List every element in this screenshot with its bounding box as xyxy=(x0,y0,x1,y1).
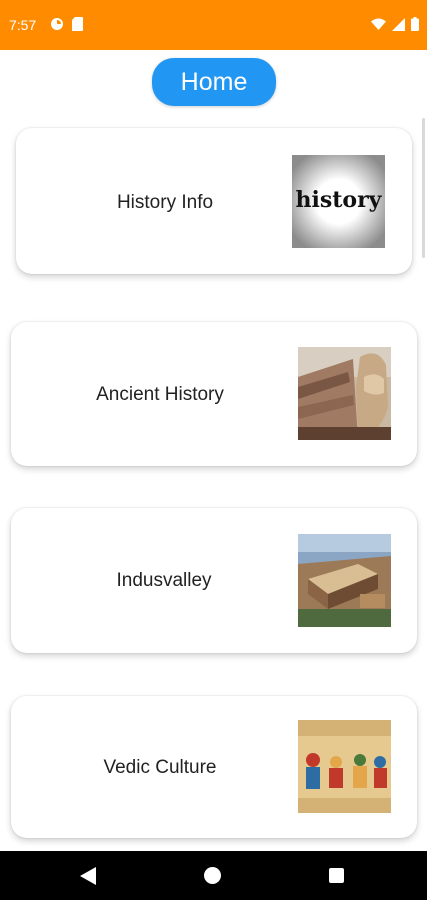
home-button[interactable]: Home xyxy=(152,58,276,106)
scrollbar[interactable] xyxy=(422,118,425,258)
sim-card-icon xyxy=(72,17,83,31)
card-ancient-history[interactable]: Ancient History xyxy=(11,322,417,466)
card-label: Vedic Culture xyxy=(103,757,217,778)
signal-icon xyxy=(392,17,405,31)
wifi-icon xyxy=(371,18,386,30)
vedic-painting-image xyxy=(298,720,391,813)
ancient-ruins-image xyxy=(298,347,391,440)
card-vedic-culture[interactable]: Vedic Culture xyxy=(11,696,417,838)
status-time: 7:57 xyxy=(9,17,37,33)
card-indusvalley[interactable]: Indusvalley xyxy=(11,508,417,653)
history-text-image: history xyxy=(292,155,385,248)
battery-icon xyxy=(411,17,419,31)
card-label: Indusvalley xyxy=(116,570,212,591)
home-icon[interactable] xyxy=(204,867,221,884)
card-label: Ancient History xyxy=(96,384,224,405)
svg-text:history: history xyxy=(296,187,383,213)
indus-valley-city-image xyxy=(298,534,391,627)
navigation-bar xyxy=(0,851,427,900)
card-label: History Info xyxy=(116,192,214,213)
app-icon xyxy=(51,18,63,30)
status-bar: 7:57 xyxy=(0,0,427,50)
back-icon[interactable] xyxy=(80,867,97,885)
card-history-info[interactable]: History Info history xyxy=(16,128,412,274)
recents-icon[interactable] xyxy=(329,868,344,883)
